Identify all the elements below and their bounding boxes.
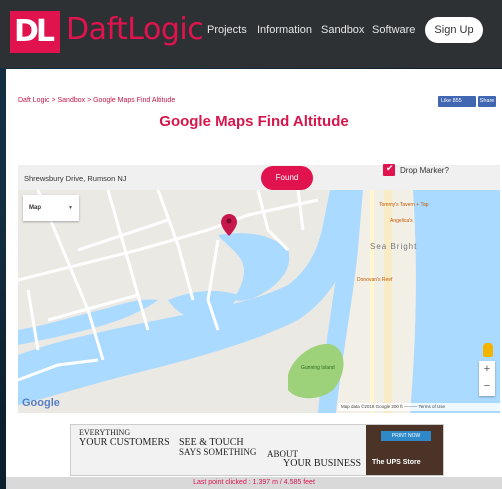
marker-dot bbox=[226, 218, 232, 224]
ad-line-2: YOUR CUSTOMERS bbox=[79, 437, 170, 448]
zoom-control: + − bbox=[479, 361, 495, 396]
daftlogic-logo[interactable]: DL bbox=[10, 11, 60, 53]
ups-store-label: The UPS Store bbox=[372, 459, 421, 466]
last-point-readout: Last point clicked : 1.397 m / 4.585 fee… bbox=[6, 477, 502, 489]
zoom-out-button[interactable]: − bbox=[479, 378, 495, 395]
poi-donovans-reef[interactable]: Donovan's Reef bbox=[357, 277, 392, 283]
ad-line-1: EVERYTHING bbox=[79, 428, 131, 437]
zoom-in-button[interactable]: + bbox=[479, 361, 495, 378]
nav-software[interactable]: Software bbox=[372, 24, 415, 36]
content-panel: Daft Logic > Sandbox > Google Maps Find … bbox=[6, 69, 502, 489]
page-title: Google Maps Find Altitude bbox=[159, 113, 349, 130]
map-type-label: Map bbox=[29, 205, 41, 211]
brand-name[interactable]: DaftLogic bbox=[66, 12, 204, 47]
brand-logic: Logic bbox=[127, 12, 204, 47]
ocean-avenue bbox=[370, 190, 374, 413]
facebook-like-button[interactable]: Like 855 bbox=[438, 96, 476, 107]
google-map[interactable]: Map ▼ Tommy's Tavern + Tap Angelica's Sea… bbox=[18, 190, 500, 413]
chevron-down-icon: ▼ bbox=[68, 205, 73, 211]
signup-button[interactable]: Sign Up bbox=[425, 17, 483, 43]
map-canvas[interactable] bbox=[18, 190, 500, 413]
check-icon: ✔ bbox=[386, 163, 394, 173]
brand-daft: Daft bbox=[66, 12, 128, 47]
ad-product-panel: PRINT NOW The UPS Store bbox=[366, 425, 443, 475]
poi-tommys[interactable]: Tommy's Tavern + Tap bbox=[379, 202, 429, 208]
drop-marker-label: Drop Marker? bbox=[400, 166, 449, 175]
map-type-dropdown[interactable]: Map ▼ bbox=[23, 195, 79, 221]
nav-projects[interactable]: Projects bbox=[207, 24, 247, 36]
poi-angelicas[interactable]: Angelica's bbox=[390, 218, 413, 224]
drop-marker-checkbox[interactable]: ✔ bbox=[383, 163, 395, 176]
facebook-share-button[interactable]: Share bbox=[478, 96, 496, 107]
map-attribution[interactable]: Map data ©2018 Google 200 ft ——— Terms o… bbox=[338, 403, 500, 411]
nav-information[interactable]: Information bbox=[257, 24, 312, 36]
street-view-pegman-icon[interactable] bbox=[483, 343, 493, 357]
print-now-badge[interactable]: PRINT NOW bbox=[381, 431, 431, 441]
nav-sandbox[interactable]: Sandbox bbox=[321, 24, 364, 36]
ad-line-6: YOUR BUSINESS bbox=[283, 458, 362, 469]
ups-banner-ad[interactable]: EVERYTHING YOUR CUSTOMERS SEE & TOUCH SA… bbox=[70, 424, 444, 476]
breadcrumb[interactable]: Daft Logic > Sandbox > Google Maps Find … bbox=[18, 97, 175, 104]
label-sea-bright: Sea Bright bbox=[370, 242, 418, 251]
site-header: DL DaftLogic Projects Information Sandbo… bbox=[0, 0, 502, 68]
logo-mark: DL bbox=[14, 14, 55, 49]
found-button[interactable]: Found bbox=[261, 166, 313, 194]
ad-line-4: SAYS SOMETHING bbox=[179, 447, 257, 457]
google-logo: Google bbox=[22, 397, 60, 409]
label-gunning-island: Gunning Island bbox=[301, 365, 335, 371]
